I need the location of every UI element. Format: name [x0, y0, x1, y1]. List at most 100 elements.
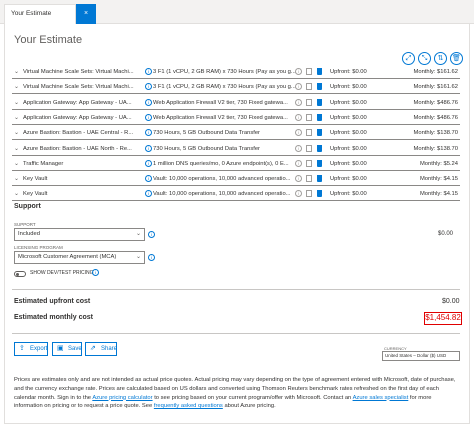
row-description: Vault: 10,000 operations, 10,000 advance… — [153, 191, 291, 198]
pricing-calculator-link[interactable]: Azure pricing calculator — [92, 395, 152, 401]
clone-icon[interactable] — [306, 68, 312, 75]
estimate-row[interactable]: ⌄ Application Gateway: App Gateway - UA..… — [12, 97, 460, 110]
reorder-icon[interactable]: ⇅ — [434, 52, 447, 65]
row-monthly-cost: Monthly: $138.70 — [413, 130, 458, 137]
chevron-down-icon[interactable]: ⌄ — [14, 99, 19, 106]
delete-icon[interactable] — [317, 159, 322, 167]
delete-icon[interactable] — [317, 98, 322, 106]
info-icon[interactable]: i — [145, 159, 152, 167]
info-icon[interactable]: i — [145, 190, 152, 198]
row-upfront-cost: Upfront: $0.00 — [330, 69, 367, 75]
row-monthly-cost: Monthly: $486.76 — [413, 114, 458, 121]
info-icon[interactable]: i — [295, 98, 302, 106]
expand-all-icon[interactable]: ⤢ — [402, 52, 415, 65]
info-icon[interactable]: i — [145, 83, 152, 91]
share-label: Share — [101, 346, 118, 352]
divider — [12, 333, 460, 334]
row-service-name: Azure Bastion: Bastion - UAE Central - R… — [23, 130, 134, 137]
info-icon[interactable]: i — [148, 254, 155, 261]
info-icon[interactable]: i — [145, 68, 152, 75]
devtest-label: SHOW DEV/TEST PRICING — [30, 270, 94, 276]
support-select[interactable]: Included ⌄ — [14, 228, 145, 241]
clone-icon[interactable] — [306, 159, 312, 167]
devtest-toggle[interactable] — [14, 271, 26, 277]
tab-bar: Your Estimate × — [0, 0, 474, 24]
save-label: Save — [68, 346, 82, 352]
row-upfront-cost: Upfront: $0.00 — [330, 130, 367, 137]
chevron-down-icon[interactable]: ⌄ — [14, 145, 19, 152]
row-description: 3 F1 (1 vCPU, 2 GB RAM) x 730 Hours (Pay… — [153, 84, 296, 91]
currency-select[interactable]: United States – Dollar ($) USD — [382, 351, 460, 361]
clone-icon[interactable] — [306, 190, 312, 198]
clone-icon[interactable] — [306, 83, 312, 91]
estimate-row[interactable]: ⌄ Key Vault i Vault: 10,000 operations, 10,… — [12, 173, 460, 187]
info-icon[interactable]: i — [148, 231, 155, 238]
delete-icon[interactable] — [317, 129, 322, 137]
chevron-down-icon[interactable]: ⌄ — [14, 129, 19, 136]
share-button[interactable]: ⇗ Share — [85, 342, 117, 356]
info-icon[interactable]: i — [92, 269, 99, 276]
collapse-all-icon[interactable]: ⤡ — [418, 52, 431, 65]
delete-icon[interactable] — [317, 113, 322, 121]
clone-icon[interactable] — [306, 129, 312, 137]
row-monthly-cost: Monthly: $486.76 — [413, 99, 458, 106]
chevron-down-icon[interactable]: ⌄ — [14, 160, 19, 167]
chevron-down-icon[interactable]: ⌄ — [14, 190, 19, 197]
info-icon[interactable]: i — [145, 113, 152, 121]
estimate-row[interactable]: ⌄ Key Vault i Vault: 10,000 operations, 10,… — [12, 188, 460, 202]
upfront-cost-label: Estimated upfront cost — [14, 298, 91, 305]
row-monthly-cost: Monthly: $161.62 — [413, 69, 458, 75]
save-button[interactable]: ▣ Save — [52, 342, 82, 356]
estimate-row[interactable]: ⌄ Azure Bastion: Bastion - UAE Central - … — [12, 127, 460, 141]
row-description: Web Application Firewall V2 tier, 730 Fi… — [153, 114, 288, 121]
clone-icon[interactable] — [306, 113, 312, 121]
chevron-down-icon[interactable]: ⌄ — [14, 83, 19, 90]
estimate-row[interactable]: ⌄ Application Gateway: App Gateway - UA..… — [12, 112, 460, 125]
info-icon[interactable]: i — [295, 68, 302, 75]
chevron-down-icon[interactable]: ⌄ — [14, 68, 19, 75]
export-label: Export — [30, 346, 48, 352]
sales-specialist-link[interactable]: Azure sales specialist — [353, 395, 409, 401]
delete-icon[interactable] — [317, 190, 322, 198]
row-upfront-cost: Upfront: $0.00 — [330, 176, 367, 183]
export-button[interactable]: ⇪ Export — [14, 342, 48, 356]
row-service-name: Azure Bastion: Bastion - UAE North - Re.… — [23, 145, 132, 152]
faq-link[interactable]: frequently asked questions — [154, 403, 223, 409]
estimate-row[interactable]: ⌄ Traffic Manager i 1 million DNS queries/m… — [12, 158, 460, 171]
info-icon[interactable]: i — [295, 144, 302, 152]
info-icon[interactable]: i — [295, 159, 302, 167]
monthly-cost-value: $1,454.82 — [424, 312, 462, 325]
chevron-down-icon[interactable]: ⌄ — [14, 114, 19, 121]
clone-icon[interactable] — [306, 98, 312, 106]
row-monthly-cost: Monthly: $138.70 — [413, 145, 458, 152]
row-monthly-cost: Monthly: $5.24 — [419, 160, 458, 167]
export-icon: ⇪ — [19, 345, 25, 352]
delete-icon[interactable] — [317, 144, 322, 152]
upfront-cost-value: $0.00 — [442, 298, 460, 305]
licensing-select[interactable]: Microsoft Customer Agreement (MCA) ⌄ — [14, 251, 145, 264]
chevron-down-icon[interactable]: ⌄ — [14, 175, 19, 182]
estimate-row[interactable]: ⌄ Virtual Machine Scale Sets: Virtual Mac… — [12, 81, 460, 95]
row-monthly-cost: Monthly: $4.15 — [419, 176, 458, 183]
info-icon[interactable]: i — [295, 113, 302, 121]
info-icon[interactable]: i — [145, 175, 152, 183]
delete-all-icon[interactable]: 🗑 — [450, 52, 463, 65]
clone-icon[interactable] — [306, 175, 312, 183]
close-tab-button[interactable]: × — [76, 4, 96, 24]
row-upfront-cost: Upfront: $0.00 — [330, 84, 367, 91]
info-icon[interactable]: i — [145, 129, 152, 137]
delete-icon[interactable] — [317, 175, 322, 183]
currency-value: United States – Dollar ($) USD — [385, 353, 447, 358]
disclaimer-part: about Azure pricing. — [222, 403, 276, 410]
row-service-name: Virtual Machine Scale Sets: Virtual Mach… — [23, 69, 134, 75]
estimate-row[interactable]: ⌄ Azure Bastion: Bastion - UAE North - Re… — [12, 143, 460, 156]
clone-icon[interactable] — [306, 144, 312, 152]
delete-icon[interactable] — [317, 83, 322, 91]
delete-icon[interactable] — [317, 68, 322, 75]
estimate-row[interactable]: ⌄ Virtual Machine Scale Sets: Virtual Mac… — [12, 66, 460, 79]
divider — [12, 289, 460, 290]
info-icon[interactable]: i — [145, 98, 152, 106]
support-label: SUPPORT — [14, 222, 36, 227]
info-icon[interactable]: i — [145, 144, 152, 152]
tab-your-estimate[interactable]: Your Estimate — [4, 4, 76, 24]
